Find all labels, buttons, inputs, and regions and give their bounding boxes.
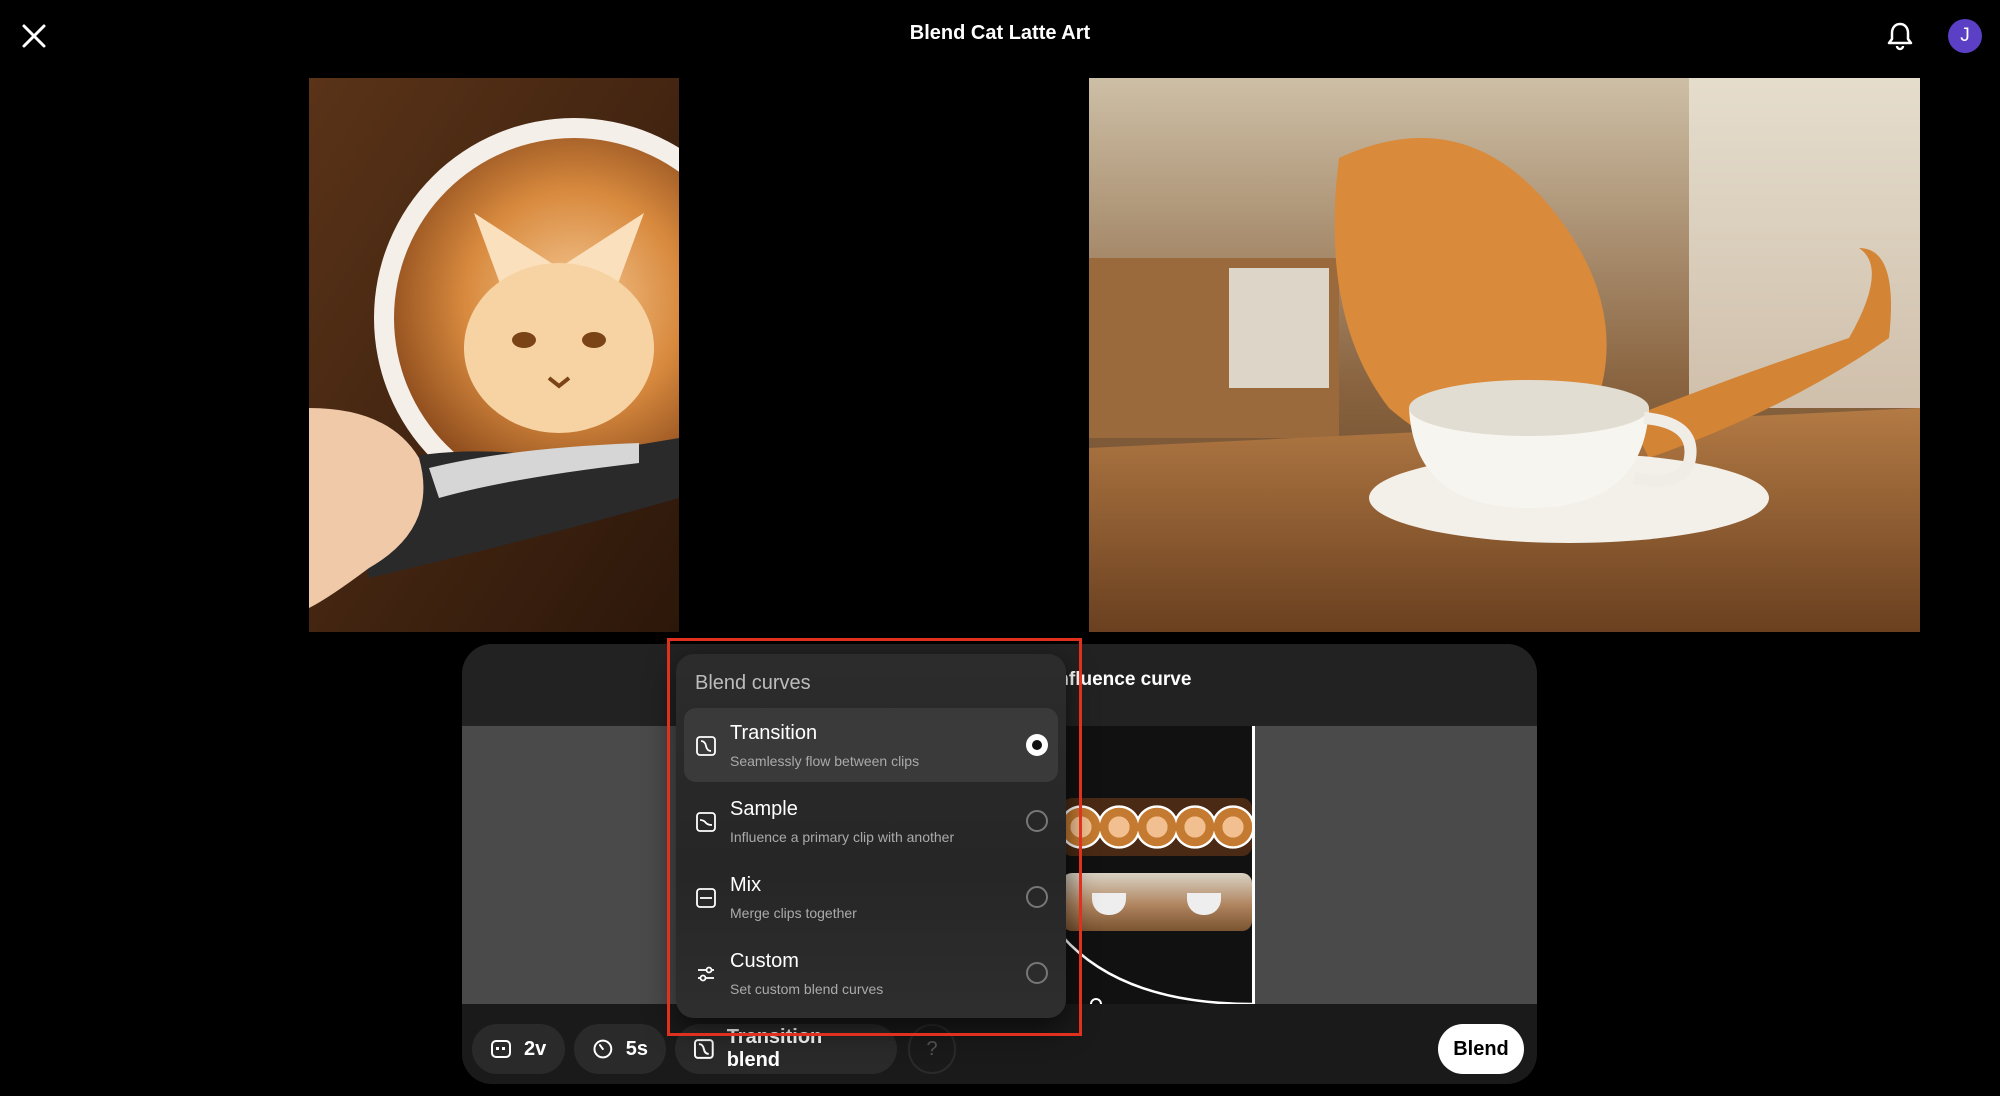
menu-option-transition[interactable]: Transition Seamlessly flow between clips	[684, 708, 1058, 782]
option-description: Seamlessly flow between clips	[730, 753, 920, 769]
menu-title: Blend curves	[695, 672, 811, 694]
sample-curve-icon	[696, 812, 716, 832]
playhead[interactable]	[1252, 726, 1255, 1004]
notifications-button[interactable]	[1882, 18, 1918, 54]
mix-curve-icon	[696, 888, 716, 908]
blend-mode-button[interactable]: Transition blend	[675, 1024, 897, 1074]
menu-option-custom[interactable]: Custom Set custom blend curves	[684, 936, 1058, 1010]
duration-button[interactable]: 5s	[574, 1024, 666, 1074]
bell-icon	[1887, 22, 1913, 51]
blend-button[interactable]: Blend	[1438, 1024, 1524, 1074]
option-description: Influence a primary clip with another	[730, 829, 955, 845]
transition-curve-icon	[693, 1039, 714, 1059]
page-title: Blend Cat Latte Art	[909, 22, 1091, 44]
option-description: Merge clips together	[730, 905, 857, 921]
cat-drinking-image	[1089, 78, 1920, 632]
sliders-icon	[698, 966, 714, 982]
menu-option-mix[interactable]: Mix Merge clips together	[684, 860, 1058, 934]
duration-label: 5s	[625, 1037, 648, 1060]
curve-handle[interactable]	[1090, 998, 1102, 1004]
menu-option-sample[interactable]: Sample Influence a primary clip with ano…	[684, 784, 1058, 858]
option-label: Transition	[730, 722, 818, 744]
radio-selected[interactable]	[1026, 734, 1048, 756]
help-button[interactable]: ?	[908, 1024, 956, 1074]
radio-unselected[interactable]	[1026, 810, 1048, 832]
latte-art-image	[309, 78, 679, 632]
blend-curves-menu: Blend curves Transition Seamlessly flow …	[676, 654, 1066, 1018]
option-label: Sample	[730, 798, 798, 820]
videos-count-label: 2v	[524, 1037, 547, 1060]
timer-icon	[593, 1039, 613, 1059]
blend-mode-label: Transition blend	[726, 1026, 823, 1071]
radio-unselected[interactable]	[1026, 886, 1048, 908]
panel-title: Influence curve	[1052, 669, 1192, 690]
video-grid-icon	[491, 1040, 511, 1058]
option-label: Mix	[730, 874, 762, 896]
radio-unselected[interactable]	[1026, 962, 1048, 984]
videos-count-button[interactable]: 2v	[472, 1024, 565, 1074]
option-description: Set custom blend curves	[730, 981, 884, 997]
avatar[interactable]: J	[1948, 19, 1982, 53]
transition-curve-icon	[696, 736, 716, 756]
option-label: Custom	[730, 950, 799, 972]
